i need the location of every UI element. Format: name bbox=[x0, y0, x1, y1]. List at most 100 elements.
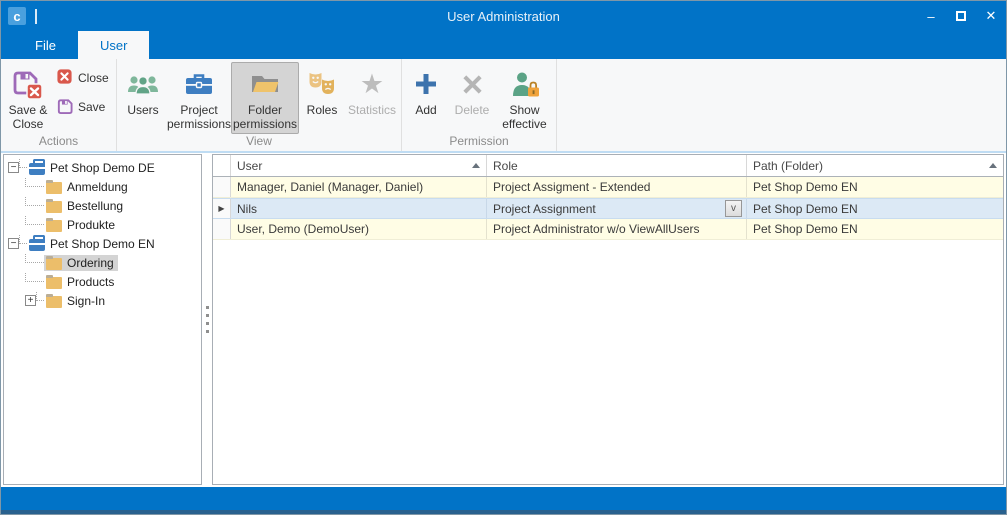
tree-node-core[interactable]: Bestellung bbox=[44, 198, 127, 214]
panel-splitter[interactable] bbox=[202, 154, 212, 485]
tree-node-icon bbox=[46, 258, 62, 270]
tree-expander-icon[interactable]: − bbox=[8, 162, 19, 173]
row-indicator bbox=[213, 219, 231, 239]
tree-node[interactable]: Bestellung bbox=[4, 196, 201, 215]
app-logo-icon[interactable]: c bbox=[8, 7, 26, 25]
cell-role[interactable]: Project Assignment v bbox=[487, 199, 747, 218]
tree-connector bbox=[25, 216, 44, 225]
star-icon: ★ bbox=[360, 67, 384, 101]
table-row[interactable]: ▶ Nils Project Assignment v Pet Shop Dem… bbox=[213, 198, 1003, 219]
window-bottom-border bbox=[1, 510, 1006, 514]
tree-connector bbox=[25, 254, 44, 263]
tree-node-label: Bestellung bbox=[67, 199, 123, 213]
permissions-grid: User Role Path (Folder) Manager, Daniel … bbox=[212, 154, 1004, 485]
plus-icon bbox=[413, 67, 439, 101]
title-bar: c User Administration – ✕ bbox=[1, 1, 1006, 31]
open-folder-icon bbox=[249, 67, 281, 101]
person-lock-icon bbox=[510, 67, 540, 101]
cell-path[interactable]: Pet Shop Demo EN bbox=[747, 177, 1003, 197]
minimize-button[interactable]: – bbox=[916, 1, 946, 31]
close-action-button[interactable]: Close bbox=[53, 67, 113, 89]
status-bar bbox=[1, 487, 1006, 510]
header-indicator-cell bbox=[213, 155, 231, 176]
table-row[interactable]: User, Demo (DemoUser) Project Administra… bbox=[213, 219, 1003, 240]
row-indicator: ▶ bbox=[213, 199, 231, 218]
current-row-arrow-icon: ▶ bbox=[218, 204, 224, 213]
cell-user[interactable]: User, Demo (DemoUser) bbox=[231, 219, 487, 239]
tree-node-core[interactable]: Ordering bbox=[44, 255, 118, 271]
folder-tree: − Pet Shop Demo DE Anmeldung Bestellung … bbox=[3, 154, 202, 485]
cell-role-text: Project Administrator w/o ViewAllUsers bbox=[493, 222, 740, 236]
ribbon-tabs: File User bbox=[1, 31, 1006, 59]
app-window: c User Administration – ✕ File User bbox=[0, 0, 1007, 515]
cell-user[interactable]: Nils bbox=[231, 199, 487, 218]
statistics-button[interactable]: ★ Statistics bbox=[345, 62, 399, 134]
briefcase-icon bbox=[184, 67, 214, 101]
close-red-icon bbox=[56, 68, 73, 88]
tree-connector bbox=[19, 235, 27, 244]
cell-role[interactable]: Project Administrator w/o ViewAllUsers v bbox=[487, 219, 747, 239]
tree-node-icon bbox=[29, 239, 45, 251]
x-icon bbox=[460, 67, 485, 101]
maximize-icon bbox=[956, 11, 966, 21]
ribbon-group-actions: Save & Close Close bbox=[1, 59, 117, 151]
tree-node[interactable]: Products bbox=[4, 272, 201, 291]
tree-node-label: Ordering bbox=[67, 256, 114, 270]
tree-node-core[interactable]: Pet Shop Demo DE bbox=[27, 160, 159, 176]
maximize-button[interactable] bbox=[946, 1, 976, 31]
sort-ascending-icon bbox=[989, 163, 997, 168]
column-header-role[interactable]: Role bbox=[487, 155, 747, 176]
tree-connector bbox=[25, 273, 44, 282]
role-dropdown-button[interactable]: v bbox=[725, 200, 742, 217]
tree-node-label: Anmeldung bbox=[67, 180, 128, 194]
sort-ascending-icon bbox=[472, 163, 480, 168]
tree-expander-icon[interactable]: − bbox=[8, 238, 19, 249]
tree-node-core[interactable]: Anmeldung bbox=[44, 179, 132, 195]
tree-node[interactable]: Anmeldung bbox=[4, 177, 201, 196]
tree-node-icon bbox=[46, 201, 62, 213]
roles-button[interactable]: Roles bbox=[299, 62, 345, 134]
ribbon-group-permission: Add Delete bbox=[402, 59, 557, 151]
add-permission-button[interactable]: Add bbox=[404, 62, 448, 134]
tree-node-core[interactable]: Products bbox=[44, 274, 118, 290]
project-permissions-button[interactable]: Project permissions bbox=[167, 62, 231, 134]
cell-user[interactable]: Manager, Daniel (Manager, Daniel) bbox=[231, 177, 487, 197]
close-button[interactable]: ✕ bbox=[976, 1, 1006, 31]
cell-role[interactable]: Project Assigment - Extended v bbox=[487, 177, 747, 197]
tab-user[interactable]: User bbox=[78, 31, 149, 59]
users-view-button[interactable]: Users bbox=[119, 62, 167, 134]
users-icon bbox=[127, 67, 159, 101]
cell-path[interactable]: Pet Shop Demo EN bbox=[747, 219, 1003, 239]
tree-connector bbox=[25, 197, 44, 206]
tree-node-label: Pet Shop Demo EN bbox=[50, 237, 155, 251]
delete-permission-button[interactable]: Delete bbox=[448, 62, 496, 134]
tree-node-icon bbox=[46, 277, 62, 289]
save-and-close-button[interactable]: Save & Close bbox=[3, 62, 53, 134]
column-header-path[interactable]: Path (Folder) bbox=[747, 155, 1003, 176]
tree-node-icon bbox=[29, 163, 45, 175]
tree-node[interactable]: Produkte bbox=[4, 215, 201, 234]
column-header-user[interactable]: User bbox=[231, 155, 487, 176]
tree-node-icon bbox=[46, 220, 62, 232]
window-title: User Administration bbox=[1, 9, 1006, 24]
table-row[interactable]: Manager, Daniel (Manager, Daniel) Projec… bbox=[213, 177, 1003, 198]
cell-path[interactable]: Pet Shop Demo EN bbox=[747, 199, 1003, 218]
grid-header: User Role Path (Folder) bbox=[213, 155, 1003, 177]
tree-node-core[interactable]: Sign-In bbox=[44, 293, 109, 309]
quick-access-separator bbox=[35, 9, 37, 24]
tree-node[interactable]: Ordering bbox=[4, 253, 201, 272]
show-effective-button[interactable]: Show effective bbox=[496, 62, 553, 134]
group-label-view: View bbox=[117, 134, 401, 151]
tree-node[interactable]: − Pet Shop Demo EN bbox=[4, 234, 201, 253]
tree-node[interactable]: + Sign-In bbox=[4, 291, 201, 310]
tree-node[interactable]: − Pet Shop Demo DE bbox=[4, 158, 201, 177]
save-action-button[interactable]: Save bbox=[53, 96, 113, 118]
tree-expander-icon[interactable]: + bbox=[25, 295, 36, 306]
folder-permissions-button[interactable]: Folder permissions bbox=[231, 62, 299, 134]
tab-file[interactable]: File bbox=[13, 31, 78, 59]
tree-node-core[interactable]: Pet Shop Demo EN bbox=[27, 236, 159, 252]
content-area: − Pet Shop Demo DE Anmeldung Bestellung … bbox=[1, 153, 1006, 487]
tree-node-core[interactable]: Produkte bbox=[44, 217, 119, 233]
tree-node-label: Pet Shop Demo DE bbox=[50, 161, 155, 175]
tree-node-label: Produkte bbox=[67, 218, 115, 232]
